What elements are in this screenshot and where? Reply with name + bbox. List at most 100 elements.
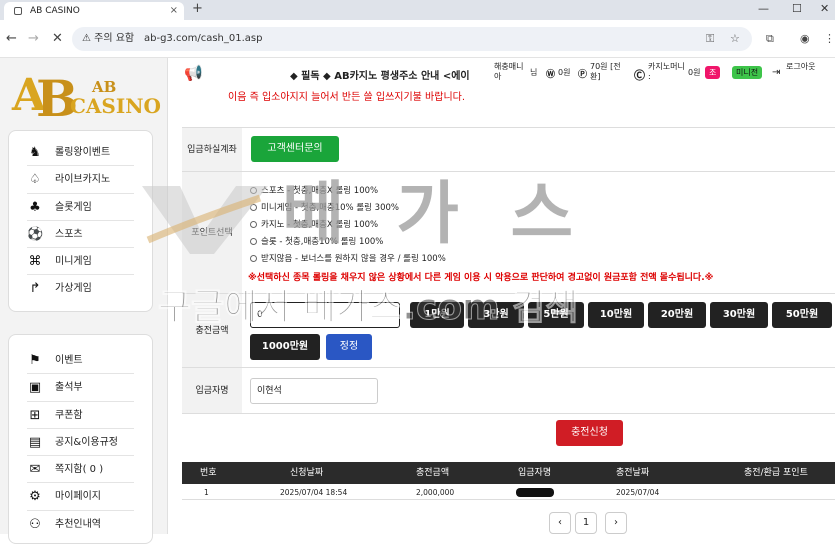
col-header-amount: 충전금액 xyxy=(416,468,450,478)
security-warning[interactable]: ⚠ 주의 요함 xyxy=(82,27,134,51)
sidebar-item-rolling-event[interactable]: ♞ 롤링왕이벤트 xyxy=(27,139,134,167)
charge-submit-button[interactable]: 충전신청 xyxy=(556,420,623,446)
close-window-icon[interactable]: ✕ xyxy=(820,2,829,15)
sidebar-item-label: 공지&이용규정 xyxy=(55,436,118,448)
depositor-input[interactable]: 이현석 xyxy=(250,378,378,404)
amount-3man-button[interactable]: 3만원 xyxy=(468,302,524,328)
radio-icon[interactable] xyxy=(250,238,257,245)
amount-5man-button[interactable]: 5만원 xyxy=(528,302,584,328)
extensions-icon[interactable]: ⧉ xyxy=(766,32,774,46)
sidebar-item-sports[interactable]: ⚽ 스포츠 xyxy=(27,221,134,249)
logo-text-casino: CASINO xyxy=(70,94,161,118)
option-sports[interactable]: 스포츠 - 첫충,매충X 롤링 100% xyxy=(250,184,378,196)
user-nickname: 해충매니아 xyxy=(494,62,524,81)
status-badge-red[interactable]: 조 xyxy=(705,66,721,79)
top-notice-bar: 📢 ◆ 필독 ◆ AB카지노 평생주소 안내 <에이 해충매니아 님 Ⓦ 0원 … xyxy=(168,58,835,90)
amount-50man-button[interactable]: 50만원 xyxy=(772,302,832,328)
radio-icon[interactable] xyxy=(250,221,257,228)
option-casino[interactable]: 카지노 - 첫충,매충X 롤링 100% xyxy=(250,218,378,230)
cell-name-redacted xyxy=(516,488,554,497)
new-tab-button[interactable]: + xyxy=(192,1,203,16)
radio-icon[interactable] xyxy=(250,187,257,194)
key-icon[interactable]: ⚿ xyxy=(706,27,714,51)
pagination-page-1[interactable]: 1 xyxy=(575,512,597,534)
logout-icon[interactable]: ⇥ xyxy=(772,67,780,78)
top-red-notice: 이음 즉 입소아지지 늘어서 반든 쓸 입쓰지기불 바랍니다. xyxy=(228,92,466,103)
sidebar-item-live-casino[interactable]: ♤ 라이브카지노 xyxy=(27,166,134,194)
main-content: 이음 즉 입소아지지 늘어서 반든 쓸 입쓰지기불 바랍니다. 입금하실계좌 고… xyxy=(168,90,835,534)
rolling-event-icon: ♞ xyxy=(29,145,41,160)
sidebar-item-label: 라이브카지노 xyxy=(55,174,111,186)
address-bar-row: ← → ✕ ⚠ 주의 요함 ab-g3.com/cash_01.asp ⚿ ☆ … xyxy=(0,20,835,58)
option-label: 카지노 - 첫충,매충X 롤링 100% xyxy=(261,220,379,230)
amount-30man-button[interactable]: 30만원 xyxy=(710,302,768,328)
stop-loading-icon[interactable]: ✕ xyxy=(52,31,63,46)
omnibox[interactable]: ⚠ 주의 요함 ab-g3.com/cash_01.asp ⚿ ☆ xyxy=(72,27,752,51)
point-icon: Ⓟ xyxy=(578,70,588,80)
site-logo[interactable]: A B AB CASINO xyxy=(10,66,161,128)
profile-icon[interactable]: ◉ xyxy=(800,32,810,45)
spade-icon: ♤ xyxy=(29,172,41,188)
more-menu-icon[interactable]: ⋮ xyxy=(824,32,835,45)
col-header-no: 번호 xyxy=(200,468,217,478)
user-settings-icon: ⚙ xyxy=(29,489,41,505)
coupon-icon: ⊞ xyxy=(29,407,41,423)
sidebar-item-slot[interactable]: ♣ 슬롯게임 xyxy=(27,194,134,221)
amount-input[interactable]: 0 xyxy=(250,302,400,328)
amount-1000man-button[interactable]: 1000만원 xyxy=(250,334,320,360)
sidebar: A B AB CASINO ♞ 롤링왕이벤트 ♤ 라이브카지노 ♣ 슬롯게임 ⚽ 스포츠… xyxy=(0,58,168,544)
sidebar-item-label: 마이페이지 xyxy=(55,491,101,503)
sidebar-item-virtual-game[interactable]: ↱ 가상게임 xyxy=(27,275,134,302)
amount-20man-button[interactable]: 20만원 xyxy=(648,302,706,328)
radio-icon[interactable] xyxy=(250,204,257,211)
user-suffix: 님 xyxy=(530,68,538,77)
pagination-prev-button[interactable]: ‹ xyxy=(549,512,571,534)
bookmark-star-icon[interactable]: ☆ xyxy=(730,27,740,51)
sidebar-item-attendance[interactable]: ▣ 출석부 xyxy=(27,374,134,402)
point-convert-link[interactable]: 70원 [전환] xyxy=(590,62,624,82)
minimize-icon[interactable]: — xyxy=(758,2,769,15)
amount-10man-button[interactable]: 10만원 xyxy=(588,302,644,328)
option-minigame[interactable]: 미니게임 - 첫충,매충10% 롤링 300% xyxy=(250,201,399,213)
deposit-form: 입금하실계좌 고객센터문의 포인트선택 스포츠 - 첫충,매충X 롤링 100%… xyxy=(182,127,835,414)
sidebar-item-event[interactable]: ⚑ 이벤트 xyxy=(27,347,134,375)
cell-request-date: 2025/07/04 18:54 xyxy=(280,488,348,497)
maximize-icon[interactable]: ☐ xyxy=(792,2,802,15)
amount-1man-button[interactable]: 1만원 xyxy=(410,302,464,328)
point-select-row: 포인트선택 스포츠 - 첫충,매충X 롤링 100% 미니게임 - 첫충,매충1… xyxy=(182,172,835,294)
reset-button[interactable]: 정정 xyxy=(326,334,372,360)
close-tab-icon[interactable]: × xyxy=(170,2,178,20)
marquee-notice[interactable]: ◆ 필독 ◆ AB카지노 평생주소 안내 <에이 xyxy=(290,67,470,82)
mail-icon: ✉ xyxy=(29,462,41,478)
option-none[interactable]: 받지않음 - 보너스를 원하지 않을 경우 / 롤링 100% xyxy=(250,252,446,264)
radio-icon[interactable] xyxy=(250,255,257,262)
sidebar-item-minigame[interactable]: ⌘ 미니게임 xyxy=(27,248,134,276)
col-header-points: 충전/환급 포인트 xyxy=(744,468,808,478)
cs-inquiry-button[interactable]: 고객센터문의 xyxy=(251,136,339,162)
casino-money-icon: Ⓒ xyxy=(634,69,645,82)
money-icon: Ⓦ xyxy=(546,70,556,80)
col-header-charge-date: 충전날짜 xyxy=(616,468,650,478)
history-table-header: 번호 신청날짜 충전금액 입금자명 충전날짜 충전/환급 포인트 xyxy=(182,462,835,484)
logout-link[interactable]: 로그아웃 xyxy=(786,62,816,72)
forward-arrow-icon[interactable]: → xyxy=(28,31,39,46)
pagination-next-button[interactable]: › xyxy=(605,512,627,534)
sidebar-item-label: 슬롯게임 xyxy=(55,201,92,213)
sidebar-item-label: 스포츠 xyxy=(55,228,83,240)
sidebar-item-messages[interactable]: ✉ 쪽지함( 0 ) xyxy=(27,456,134,484)
tab-title: AB CASINO xyxy=(30,6,80,16)
option-slot[interactable]: 슬롯 - 첫충,매충10% 롤링 100% xyxy=(250,235,383,247)
casino-money-label: 카지노머니 : xyxy=(648,62,685,81)
sidebar-item-mypage[interactable]: ⚙ 마이페이지 xyxy=(27,483,134,511)
option-label: 미니게임 - 첫충,매충10% 롤링 300% xyxy=(261,203,399,213)
status-badge-green[interactable]: 미니전 xyxy=(732,66,763,79)
browser-tab[interactable]: AB CASINO × xyxy=(4,2,184,20)
url-text[interactable]: ab-g3.com/cash_01.asp xyxy=(144,27,262,51)
sidebar-item-label: 쿠폰함 xyxy=(55,409,83,421)
sidebar-item-label: 출석부 xyxy=(55,382,83,394)
sidebar-item-coupon[interactable]: ⊞ 쿠폰함 xyxy=(27,402,134,429)
sidebar-item-notice[interactable]: ▤ 공지&이용규정 xyxy=(27,429,134,457)
soccer-ball-icon: ⚽ xyxy=(27,226,44,242)
back-arrow-icon[interactable]: ← xyxy=(6,31,17,46)
cell-amount: 2,000,000 xyxy=(416,488,455,497)
